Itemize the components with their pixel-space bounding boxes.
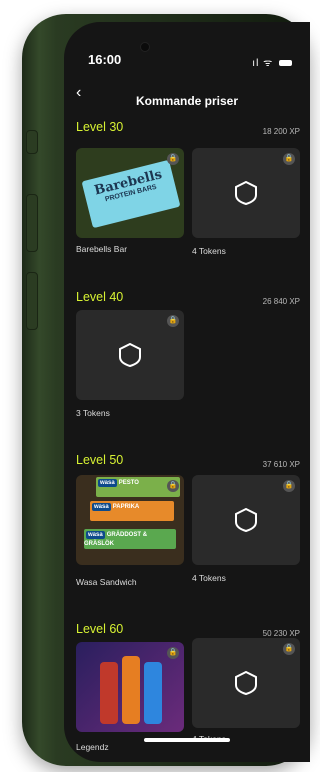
xp-requirement: 18 200 XP — [262, 127, 300, 136]
level-title: Level 60 — [76, 622, 124, 636]
lock-icon: 🔒 — [167, 647, 179, 659]
lock-icon: 🔒 — [167, 153, 179, 165]
lock-icon: 🔒 — [283, 643, 295, 655]
reward-card-wasa[interactable]: wasa PESTO wasa PAPRIKA wasa GRÄDDOST & GRÄ… — [76, 475, 184, 565]
reward-label: 3 Tokens — [76, 408, 110, 418]
legendz-can-red — [100, 662, 118, 724]
reward-label: Legendz — [76, 742, 109, 752]
reward-label: 4 Tokens — [192, 246, 226, 256]
xp-requirement: 26 840 XP — [262, 297, 300, 306]
volume-down-button — [26, 272, 38, 330]
battery-icon — [279, 60, 292, 67]
xp-requirement: 50 230 XP — [262, 629, 300, 638]
reward-label: Wasa Sandwich — [76, 577, 137, 587]
shield-icon — [235, 508, 257, 532]
legendz-can-blue — [144, 662, 162, 724]
reward-card-tokens[interactable]: 🔒 — [192, 638, 300, 728]
legendz-can-orange — [122, 656, 140, 724]
status-icons: ıl ᯤ — [252, 55, 292, 69]
level-section-40: Level 40 26 840 XP 🔒 3 Tokens — [76, 290, 300, 440]
wasa-pack-graddost: wasa GRÄDDOST & GRÄSLÖK — [84, 529, 176, 549]
shield-icon — [235, 181, 257, 205]
reward-label: Barebells Bar — [76, 244, 128, 254]
level-title: Level 50 — [76, 453, 124, 467]
level-section-30: Level 30 18 200 XP Barebells PROTEIN BAR… — [76, 120, 300, 270]
level-title: Level 40 — [76, 290, 124, 304]
barebells-product-image: Barebells PROTEIN BARS — [81, 159, 181, 229]
signal-icon: ıl — [252, 58, 260, 69]
reward-card-barebells[interactable]: Barebells PROTEIN BARS 🔒 — [76, 148, 184, 238]
reward-card-tokens[interactable]: 🔒 — [192, 475, 300, 565]
wifi-icon: ᯤ — [263, 58, 274, 69]
shield-icon — [119, 343, 141, 367]
front-camera — [140, 42, 150, 52]
lock-icon: 🔒 — [283, 153, 295, 165]
page-title: Kommande priser — [135, 94, 239, 108]
xp-requirement: 37 610 XP — [262, 460, 300, 469]
reward-card-tokens[interactable]: 🔒 — [192, 148, 300, 238]
lock-icon: 🔒 — [167, 480, 179, 492]
status-time: 16:00 — [88, 52, 122, 67]
level-title: Level 30 — [76, 120, 124, 134]
reward-label: 4 Tokens — [192, 573, 226, 583]
reward-card-tokens[interactable]: 🔒 — [76, 310, 184, 400]
volume-up-button — [26, 194, 38, 252]
lock-icon: 🔒 — [283, 480, 295, 492]
lock-icon: 🔒 — [167, 315, 179, 327]
level-section-50: Level 50 37 610 XP wasa PESTO wasa PAPRIKA… — [76, 453, 300, 603]
wasa-pack-paprika: wasa PAPRIKA — [90, 501, 174, 521]
reward-card-legendz[interactable]: 🔒 — [76, 642, 184, 732]
mute-switch — [26, 130, 38, 154]
home-indicator[interactable] — [144, 738, 230, 742]
shield-icon — [235, 671, 257, 695]
app-screen: 16:00 ıl ᯤ ‹ Kommande priser Level 30 18… — [64, 22, 310, 762]
